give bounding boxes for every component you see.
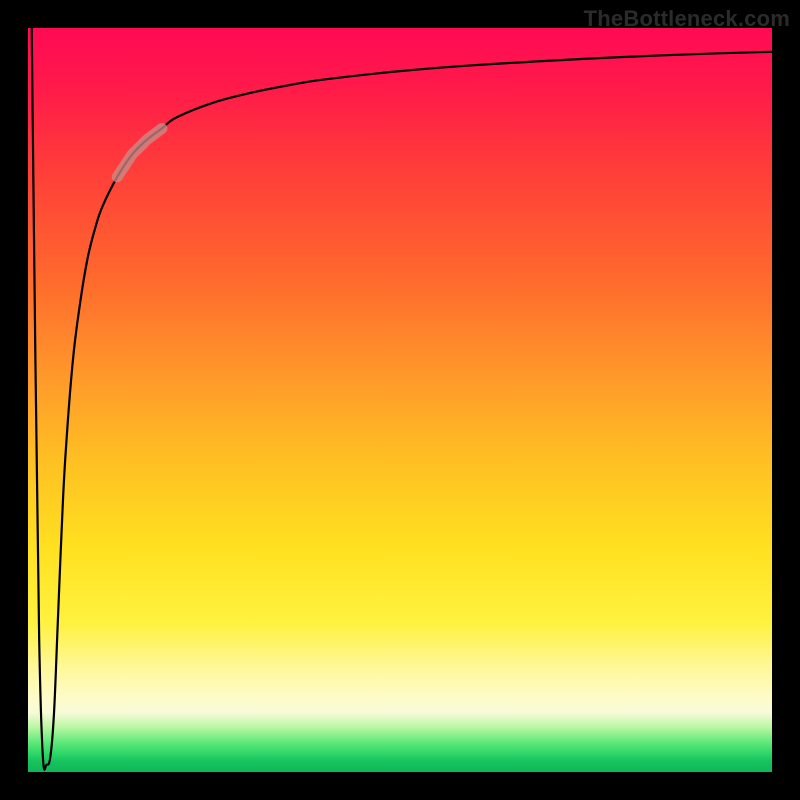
plot-area — [28, 28, 772, 772]
chart-stage: TheBottleneck.com — [0, 0, 800, 800]
curve-highlight-segment — [117, 128, 162, 176]
curve-layer — [28, 28, 772, 772]
